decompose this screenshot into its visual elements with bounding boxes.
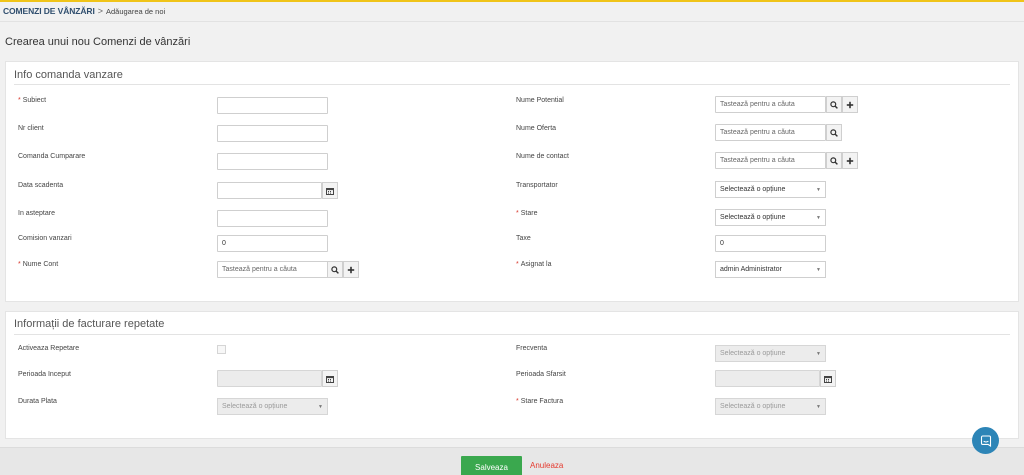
assigned-to-select[interactable]: admin Administrator ▼ (715, 261, 826, 278)
contact-name-input[interactable]: Tastează pentru a căuta (715, 152, 826, 169)
account-name-label: * Nume Cont (18, 261, 59, 268)
section-title: Info comanda vanzare (14, 69, 123, 81)
account-name-input[interactable]: Tastează pentru a căuta (217, 261, 328, 278)
breadcrumb-separator: > (97, 6, 103, 16)
form-footer: Salveaza Anuleaza (0, 447, 1024, 475)
save-button[interactable]: Salveaza (461, 456, 522, 475)
caret-down-icon: ▼ (816, 186, 821, 193)
page-title: Crearea unui nou Comenzi de vânzări (5, 36, 191, 48)
frequency-select[interactable]: Selectează o opțiune ▼ (715, 345, 826, 362)
required-marker: * (516, 398, 519, 405)
search-icon (830, 128, 838, 137)
sales-order-info-block: Info comanda vanzare (5, 61, 1019, 302)
taxes-label: Taxe (516, 235, 531, 242)
plus-icon (347, 266, 355, 273)
carrier-selected-value: Selectează o opțiune (720, 186, 786, 193)
end-period-input[interactable] (715, 370, 820, 387)
contact-name-placeholder: Tastează pentru a căuta (720, 157, 795, 164)
caret-down-icon: ▼ (816, 266, 821, 273)
plus-icon (846, 101, 854, 108)
end-period-label: Perioada Sfarsit (516, 371, 566, 378)
client-number-input[interactable] (217, 125, 328, 142)
purchase-order-input[interactable] (217, 153, 328, 170)
search-icon (830, 100, 838, 109)
contact-name-search-button[interactable] (826, 152, 842, 169)
potential-name-placeholder: Tastează pentru a căuta (720, 101, 795, 108)
status-selected-value: Selectează o opțiune (720, 214, 786, 221)
required-marker: * (18, 261, 21, 268)
offer-name-placeholder: Tastează pentru a căuta (720, 129, 795, 136)
on-hold-input[interactable] (217, 210, 328, 227)
subject-input[interactable] (217, 97, 328, 114)
sales-commission-input[interactable]: 0 (217, 235, 328, 252)
carrier-select[interactable]: Selectează o opțiune ▼ (715, 181, 826, 198)
caret-down-icon: ▼ (816, 403, 821, 410)
cancel-link[interactable]: Anuleaza (530, 461, 563, 470)
top-accent-line (0, 0, 1024, 2)
start-period-label: Perioada Inceput (18, 371, 71, 378)
status-label: * Stare (516, 210, 538, 217)
potential-name-search-button[interactable] (826, 96, 842, 113)
account-name-placeholder: Tastează pentru a căuta (222, 266, 297, 273)
section-divider (14, 84, 1010, 85)
caret-down-icon: ▼ (816, 350, 821, 357)
required-marker: * (18, 97, 21, 104)
offer-name-label: Nume Oferta (516, 125, 557, 132)
recurring-invoice-block: Informații de facturare repetate (5, 311, 1019, 439)
required-marker: * (516, 210, 519, 217)
calendar-icon (824, 375, 832, 383)
breadcrumb-module[interactable]: COMENZI DE VÂNZĂRI (3, 6, 95, 16)
on-hold-label: In asteptare (18, 210, 55, 217)
potential-name-add-button[interactable] (842, 96, 858, 113)
subject-label: * Subiect (18, 97, 47, 104)
carrier-label: Transportator (516, 182, 558, 189)
start-period-input[interactable] (217, 370, 322, 387)
enable-recurring-label: Activeaza Repetare (18, 345, 80, 352)
breadcrumb: COMENZI DE VÂNZĂRI > Adăugarea de noi (3, 6, 165, 16)
invoice-status-select[interactable]: Selectează o opțiune ▼ (715, 398, 826, 415)
end-period-calendar-button[interactable] (820, 370, 836, 387)
chat-icon (980, 434, 991, 447)
assigned-to-label: * Asignat la (516, 261, 552, 268)
due-date-label: Data scadenta (18, 182, 64, 189)
search-icon (331, 265, 339, 274)
breadcrumb-current-page: Adăugarea de noi (105, 6, 166, 16)
taxes-input[interactable]: 0 (715, 235, 826, 252)
offer-name-search-button[interactable] (826, 124, 842, 141)
enable-recurring-checkbox[interactable] (217, 345, 226, 354)
due-date-input[interactable] (217, 182, 322, 199)
caret-down-icon: ▼ (816, 214, 821, 221)
payment-duration-selected-value: Selectează o opțiune (222, 403, 288, 410)
offer-name-input[interactable]: Tastează pentru a căuta (715, 124, 826, 141)
chat-button[interactable] (972, 427, 999, 454)
search-icon (830, 156, 838, 165)
section-divider (14, 334, 1010, 335)
payment-duration-label: Durata Plata (18, 398, 57, 405)
calendar-icon (326, 187, 334, 195)
potential-name-label: Nume Potential (516, 97, 564, 104)
required-marker: * (516, 261, 519, 268)
client-number-label: Nr client (18, 125, 44, 132)
payment-duration-select[interactable]: Selectează o opțiune ▼ (217, 398, 328, 415)
breadcrumb-divider (0, 21, 1024, 22)
calendar-icon (326, 375, 334, 383)
account-name-add-button[interactable] (343, 261, 359, 278)
invoice-status-selected-value: Selectează o opțiune (720, 403, 786, 410)
plus-icon (846, 157, 854, 164)
sales-commission-label: Comision vanzari (18, 235, 72, 242)
due-date-calendar-button[interactable] (322, 182, 338, 199)
assigned-to-selected-value: admin Administrator (720, 266, 782, 273)
status-select[interactable]: Selectează o opțiune ▼ (715, 209, 826, 226)
contact-name-add-button[interactable] (842, 152, 858, 169)
section-title: Informații de facturare repetate (14, 318, 165, 330)
start-period-calendar-button[interactable] (322, 370, 338, 387)
purchase-order-label: Comanda Cumparare (18, 153, 86, 160)
contact-name-label: Nume de contact (516, 153, 569, 160)
frequency-label: Frecventa (516, 345, 548, 352)
account-name-search-button[interactable] (327, 261, 343, 278)
potential-name-input[interactable]: Tastează pentru a căuta (715, 96, 826, 113)
invoice-status-label: * Stare Factura (516, 398, 564, 405)
caret-down-icon: ▼ (318, 403, 323, 410)
frequency-selected-value: Selectează o opțiune (720, 350, 786, 357)
